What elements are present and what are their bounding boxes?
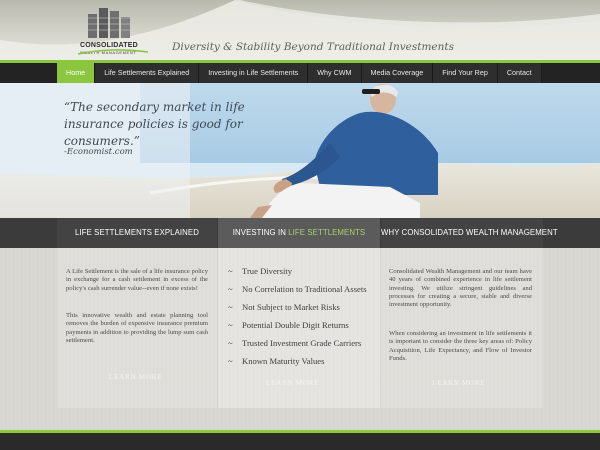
nav-item-investing[interactable]: Investing in Life Settlements	[199, 63, 309, 83]
nav-items: Home Life Settlements Explained Investin…	[57, 63, 542, 83]
column-heading-investing-plain: INVESTING IN	[232, 228, 289, 237]
tilde-bullet-icon: ~	[228, 338, 233, 348]
list-item: ~ No Correlation to Traditional Assets	[228, 284, 367, 296]
learn-more-link-1[interactable]: LEARN MORE	[109, 373, 162, 381]
hero-banner: “The secondary market in life insurance …	[0, 83, 600, 218]
learn-more-link-3[interactable]: LEARN MORE	[432, 379, 485, 387]
list-item-label: Not Subject to Market Risks	[242, 302, 340, 312]
tilde-bullet-icon: ~	[228, 302, 233, 312]
column-heading-investing[interactable]: INVESTING IN LIFE SETTLEMENTS	[218, 218, 380, 248]
column-3-paragraph-2: When considering an investment in life s…	[389, 330, 532, 362]
tilde-bullet-icon: ~	[228, 284, 233, 294]
column-3-paragraph-1: Consolidated Wealth Management and our t…	[389, 268, 532, 309]
site-logo[interactable]: CONSOLIDATED WEALTH MANAGEMENT	[78, 6, 148, 58]
logo-name: CONSOLIDATED	[80, 42, 138, 49]
site-footer	[0, 433, 600, 450]
list-item-label: Potential Double Digit Returns	[242, 320, 349, 330]
nav-item-why-cwm[interactable]: Why CWM	[308, 63, 362, 83]
hero-quote-source: -Economist.com	[64, 147, 133, 157]
list-item-label: Known Maturity Values	[242, 356, 325, 366]
nav-item-find-your-rep[interactable]: Find Your Rep	[433, 63, 498, 83]
hero-quote: “The secondary market in life insurance …	[64, 100, 245, 148]
list-item: ~ Known Maturity Values	[228, 356, 324, 368]
nav-item-media-coverage[interactable]: Media Coverage	[361, 63, 434, 83]
main-nav: Home Life Settlements Explained Investin…	[0, 63, 600, 83]
list-item: ~ Trusted Investment Grade Carriers	[228, 338, 361, 350]
logo-swoosh-icon	[78, 49, 148, 55]
column-1-paragraph-2: This innovative wealth and estate planni…	[66, 312, 208, 344]
nav-item-life-settlements-explained[interactable]: Life Settlements Explained	[95, 63, 200, 83]
list-item-label: Trusted Investment Grade Carriers	[242, 338, 362, 348]
column-heading-life-settlements-explained[interactable]: LIFE SETTLEMENTS EXPLAINED	[57, 218, 217, 248]
column-heading-why-cwm[interactable]: WHY CONSOLIDATED WEALTH MANAGEMENT	[381, 218, 558, 248]
list-item-label: True Diversity	[242, 266, 293, 276]
list-item: ~ Potential Double Digit Returns	[228, 320, 349, 332]
tilde-bullet-icon: ~	[228, 320, 233, 330]
list-item: ~ True Diversity	[228, 266, 292, 278]
site-tagline: Diversity & Stability Beyond Traditional…	[172, 41, 455, 53]
nav-item-home[interactable]: Home	[57, 63, 96, 83]
list-item-label: No Correlation to Traditional Assets	[242, 284, 367, 294]
list-item: ~ Not Subject to Market Risks	[228, 302, 340, 314]
column-heading-investing-accent: LIFE SETTLEMENTS	[288, 228, 366, 237]
learn-more-link-2[interactable]: LEARN MORE	[266, 379, 319, 387]
site-header: CONSOLIDATED WEALTH MANAGEMENT Diversity…	[0, 0, 600, 62]
nav-item-contact[interactable]: Contact	[497, 63, 542, 83]
tilde-bullet-icon: ~	[228, 356, 233, 366]
column-1-paragraph-1: A Life Settlement is the sale of a life …	[66, 268, 208, 292]
building-logo-icon	[88, 8, 130, 38]
tilde-bullet-icon: ~	[228, 266, 233, 276]
